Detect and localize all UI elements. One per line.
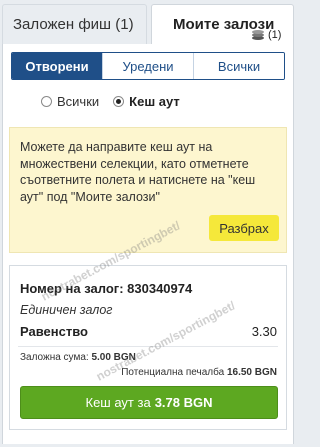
segment-all[interactable]: Всички bbox=[193, 53, 284, 79]
cashout-button[interactable]: Кеш аут за 3.78 BGN bbox=[20, 386, 278, 419]
radio-all[interactable] bbox=[41, 96, 52, 107]
potential-win-value: 16.50 BGN bbox=[226, 367, 277, 378]
segment-settled[interactable]: Уредени bbox=[102, 53, 193, 79]
potential-win-label: Потенциална печалба bbox=[121, 367, 225, 378]
tab-betslip-label: Заложен фиш (1) bbox=[13, 16, 134, 33]
coins-icon bbox=[252, 30, 264, 40]
potential-win-line: Потенциална печалба 16.50 BGN bbox=[121, 367, 277, 378]
tab-betslip[interactable]: Заложен фиш (1) bbox=[2, 4, 147, 44]
radio-cashout[interactable] bbox=[113, 96, 125, 107]
cashout-label: Кеш аут за bbox=[85, 395, 151, 410]
bet-selection: Равенство bbox=[20, 324, 88, 339]
tab-bar: Заложен фиш (1) Моите залози (1) bbox=[0, 0, 296, 44]
got-it-button[interactable]: Разбрах bbox=[209, 215, 279, 241]
radio-cashout-label: Кеш аут bbox=[129, 94, 180, 109]
bet-filter: Всички Кеш аут bbox=[41, 94, 180, 109]
notice-text: Можете да направите кеш аут на множестве… bbox=[20, 140, 256, 204]
radio-all-label: Всички bbox=[57, 94, 100, 109]
bet-odds: 3.30 bbox=[251, 324, 277, 339]
my-bets-panel: Отворени Уредени Всички Всички Кеш аут М… bbox=[2, 44, 294, 444]
bet-status-segmented-control: Отворени Уредени Всички bbox=[11, 52, 285, 80]
bet-type: Единичен залог bbox=[20, 303, 113, 317]
stake-label: Заложна сума: bbox=[20, 352, 89, 363]
my-bets-count: (1) bbox=[268, 29, 282, 41]
cashout-value: 3.78 BGN bbox=[154, 395, 213, 410]
segment-open[interactable]: Отворени bbox=[12, 53, 102, 79]
